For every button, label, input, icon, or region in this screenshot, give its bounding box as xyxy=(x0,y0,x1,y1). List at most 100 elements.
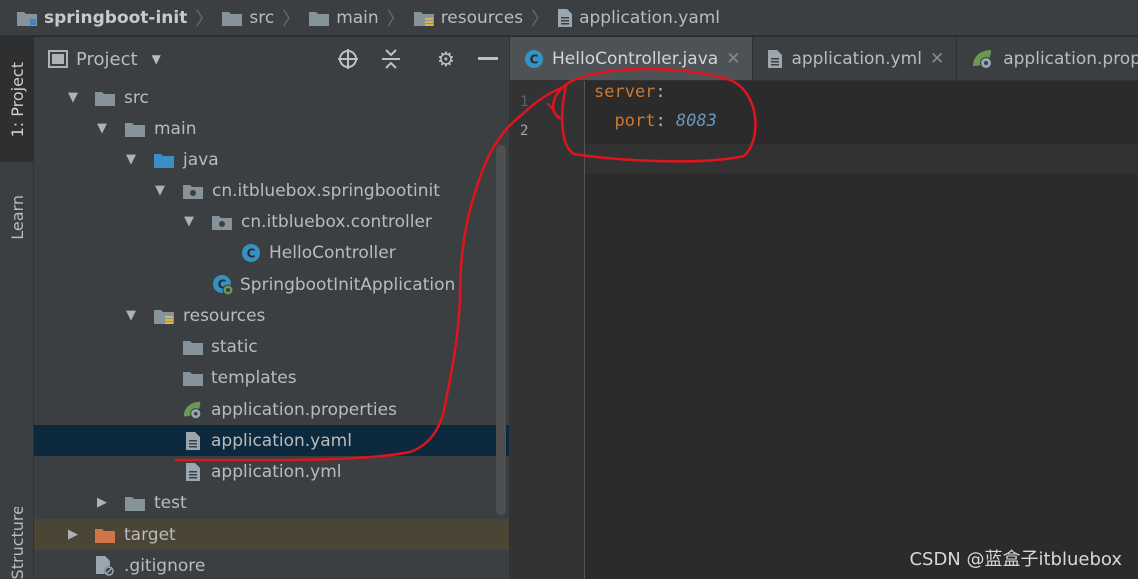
tree-node-package-springbootinit[interactable]: ▼ cn.itbluebox.springbootinit xyxy=(34,175,509,206)
gitignore-file-icon xyxy=(94,555,116,576)
chevron-right-icon[interactable]: ▶ xyxy=(95,495,109,510)
tree-node-gitignore[interactable]: .gitignore xyxy=(34,550,509,579)
folder-icon xyxy=(182,337,204,357)
folder-icon xyxy=(182,368,204,388)
tree-node-label: target xyxy=(124,524,176,545)
code-line-2[interactable]: port: 8083 xyxy=(594,111,717,131)
tree-node-label: test xyxy=(154,492,187,513)
yaml-key: server xyxy=(594,82,656,102)
yaml-number-value: 8083 xyxy=(675,111,717,131)
breadcrumb-label: application.yaml xyxy=(579,7,721,28)
yaml-colon: : xyxy=(655,111,676,131)
chevron-down-icon[interactable]: ▼ xyxy=(66,90,80,105)
project-tool-window: Project ▼ ⚙ ▼ src ▼ main ▼ java ▼ cn.itb… xyxy=(34,37,510,579)
hide-icon[interactable] xyxy=(476,47,500,71)
tree-node-hellocontroller[interactable]: C HelloController xyxy=(34,237,509,268)
chevron-right-icon: 〉 xyxy=(386,8,405,30)
breadcrumb-item-main[interactable]: 〉 main xyxy=(274,5,378,31)
tool-tab-label: Structure xyxy=(7,507,27,579)
editor-tab-hellocontroller[interactable]: C HelloController.java ✕ xyxy=(510,37,754,80)
line-number: 1 xyxy=(520,94,529,110)
resources-folder-icon xyxy=(413,11,434,26)
breadcrumb-label: resources xyxy=(440,7,524,28)
file-icon xyxy=(558,8,573,27)
class-icon: C xyxy=(524,49,544,69)
tree-node-label: templates xyxy=(211,367,297,388)
chevron-right-icon[interactable]: ▶ xyxy=(66,527,80,542)
tree-node-package-controller[interactable]: ▼ cn.itbluebox.controller xyxy=(34,206,509,237)
yaml-colon: : xyxy=(655,82,666,102)
tree-node-main[interactable]: ▼ main xyxy=(34,113,509,144)
tree-node-label: .gitignore xyxy=(124,555,206,576)
editor-tab-label: application.proper xyxy=(1003,49,1138,69)
package-icon xyxy=(211,212,233,232)
tree-node-label: SpringbootInitApplication xyxy=(240,274,456,295)
tree-node-src[interactable]: ▼ src xyxy=(34,82,509,113)
chevron-down-icon[interactable]: ▼ xyxy=(124,152,138,167)
chevron-right-icon: 〉 xyxy=(195,8,214,30)
chevron-down-icon[interactable]: ▼ xyxy=(95,121,109,136)
tree-node-static[interactable]: static xyxy=(34,331,509,362)
file-icon xyxy=(182,462,204,482)
breadcrumb-item-src[interactable]: 〉 src xyxy=(187,5,274,31)
tree-node-resources[interactable]: ▼ resources xyxy=(34,300,509,331)
tree-node-application-yml[interactable]: application.yml xyxy=(34,456,509,487)
tree-node-test[interactable]: ▶ test xyxy=(34,487,509,518)
close-icon[interactable]: ✕ xyxy=(726,49,740,69)
editor-area: C HelloController.java ✕ application.yml… xyxy=(510,37,1138,579)
watermark: CSDN @蓝盒子itbluebox xyxy=(909,549,1122,570)
tree-node-label: HelloController xyxy=(269,242,396,263)
code-line-1[interactable]: server: xyxy=(594,82,666,102)
tree-node-java[interactable]: ▼ java xyxy=(34,144,509,175)
project-panel-header: Project ▼ ⚙ xyxy=(34,37,509,81)
tool-tab-structure[interactable]: Structure xyxy=(0,507,34,579)
yaml-indent xyxy=(594,111,614,131)
editor-tab-label: HelloController.java xyxy=(552,49,719,69)
tree-node-target[interactable]: ▶ target xyxy=(34,519,509,550)
tree-node-springbootinitapplication[interactable]: C SpringbootInitApplication xyxy=(34,269,509,300)
vertical-scrollbar[interactable] xyxy=(496,145,506,515)
tool-tab-project[interactable]: 1: Project xyxy=(0,37,34,162)
tree-node-application-yaml[interactable]: application.yaml xyxy=(34,425,509,456)
gear-icon[interactable]: ⚙ xyxy=(434,47,458,71)
tree-node-label: static xyxy=(211,336,258,357)
project-panel-title[interactable]: Project xyxy=(76,49,138,70)
editor-tab-label: application.yml xyxy=(791,49,922,69)
spring-config-icon xyxy=(971,48,995,70)
tree-node-label: application.properties xyxy=(211,399,397,420)
excluded-folder-icon xyxy=(94,525,116,545)
project-view-icon xyxy=(48,50,68,68)
tree-node-application-properties[interactable]: application.properties xyxy=(34,394,509,425)
chevron-down-icon[interactable]: ▼ xyxy=(152,52,161,66)
chevron-right-icon: 〉 xyxy=(531,8,550,30)
breadcrumb-label: springboot-init xyxy=(44,7,188,28)
chevron-right-icon: 〉 xyxy=(282,8,301,30)
tree-node-templates[interactable]: templates xyxy=(34,362,509,393)
module-folder-icon xyxy=(17,11,37,26)
editor-tab-application-yml[interactable]: application.yml ✕ xyxy=(753,37,958,80)
editor-tab-application-properties[interactable]: application.proper xyxy=(957,37,1138,80)
svg-text:C: C xyxy=(247,246,256,260)
line-number-gutter: 1 2 xyxy=(510,81,585,579)
tool-tab-label: 1: Project xyxy=(7,61,27,138)
breadcrumb-item-resources[interactable]: 〉 resources xyxy=(379,5,523,31)
chevron-down-icon[interactable]: ▼ xyxy=(153,183,167,198)
tree-node-label: application.yml xyxy=(211,461,342,482)
tree-node-label: cn.itbluebox.springbootinit xyxy=(212,180,440,201)
tree-node-label: cn.itbluebox.controller xyxy=(241,211,432,232)
tool-tab-learn[interactable]: Learn xyxy=(0,177,34,257)
tree-node-label: resources xyxy=(183,305,266,326)
breadcrumb-label: main xyxy=(336,7,379,28)
chevron-down-icon[interactable]: ▼ xyxy=(182,214,196,229)
folder-icon xyxy=(94,88,116,108)
class-icon: C xyxy=(240,243,262,263)
spring-boot-class-icon: C xyxy=(212,274,234,295)
collapse-all-icon[interactable] xyxy=(379,47,403,71)
tree-node-label: src xyxy=(124,87,149,108)
close-icon[interactable]: ✕ xyxy=(930,49,944,69)
chevron-down-icon[interactable]: ▼ xyxy=(124,308,138,323)
breadcrumb-item-project[interactable]: springboot-init xyxy=(16,8,187,28)
locate-icon[interactable] xyxy=(336,47,360,71)
folder-icon xyxy=(222,11,243,26)
breadcrumb-item-file[interactable]: 〉 application.yaml xyxy=(523,5,720,31)
